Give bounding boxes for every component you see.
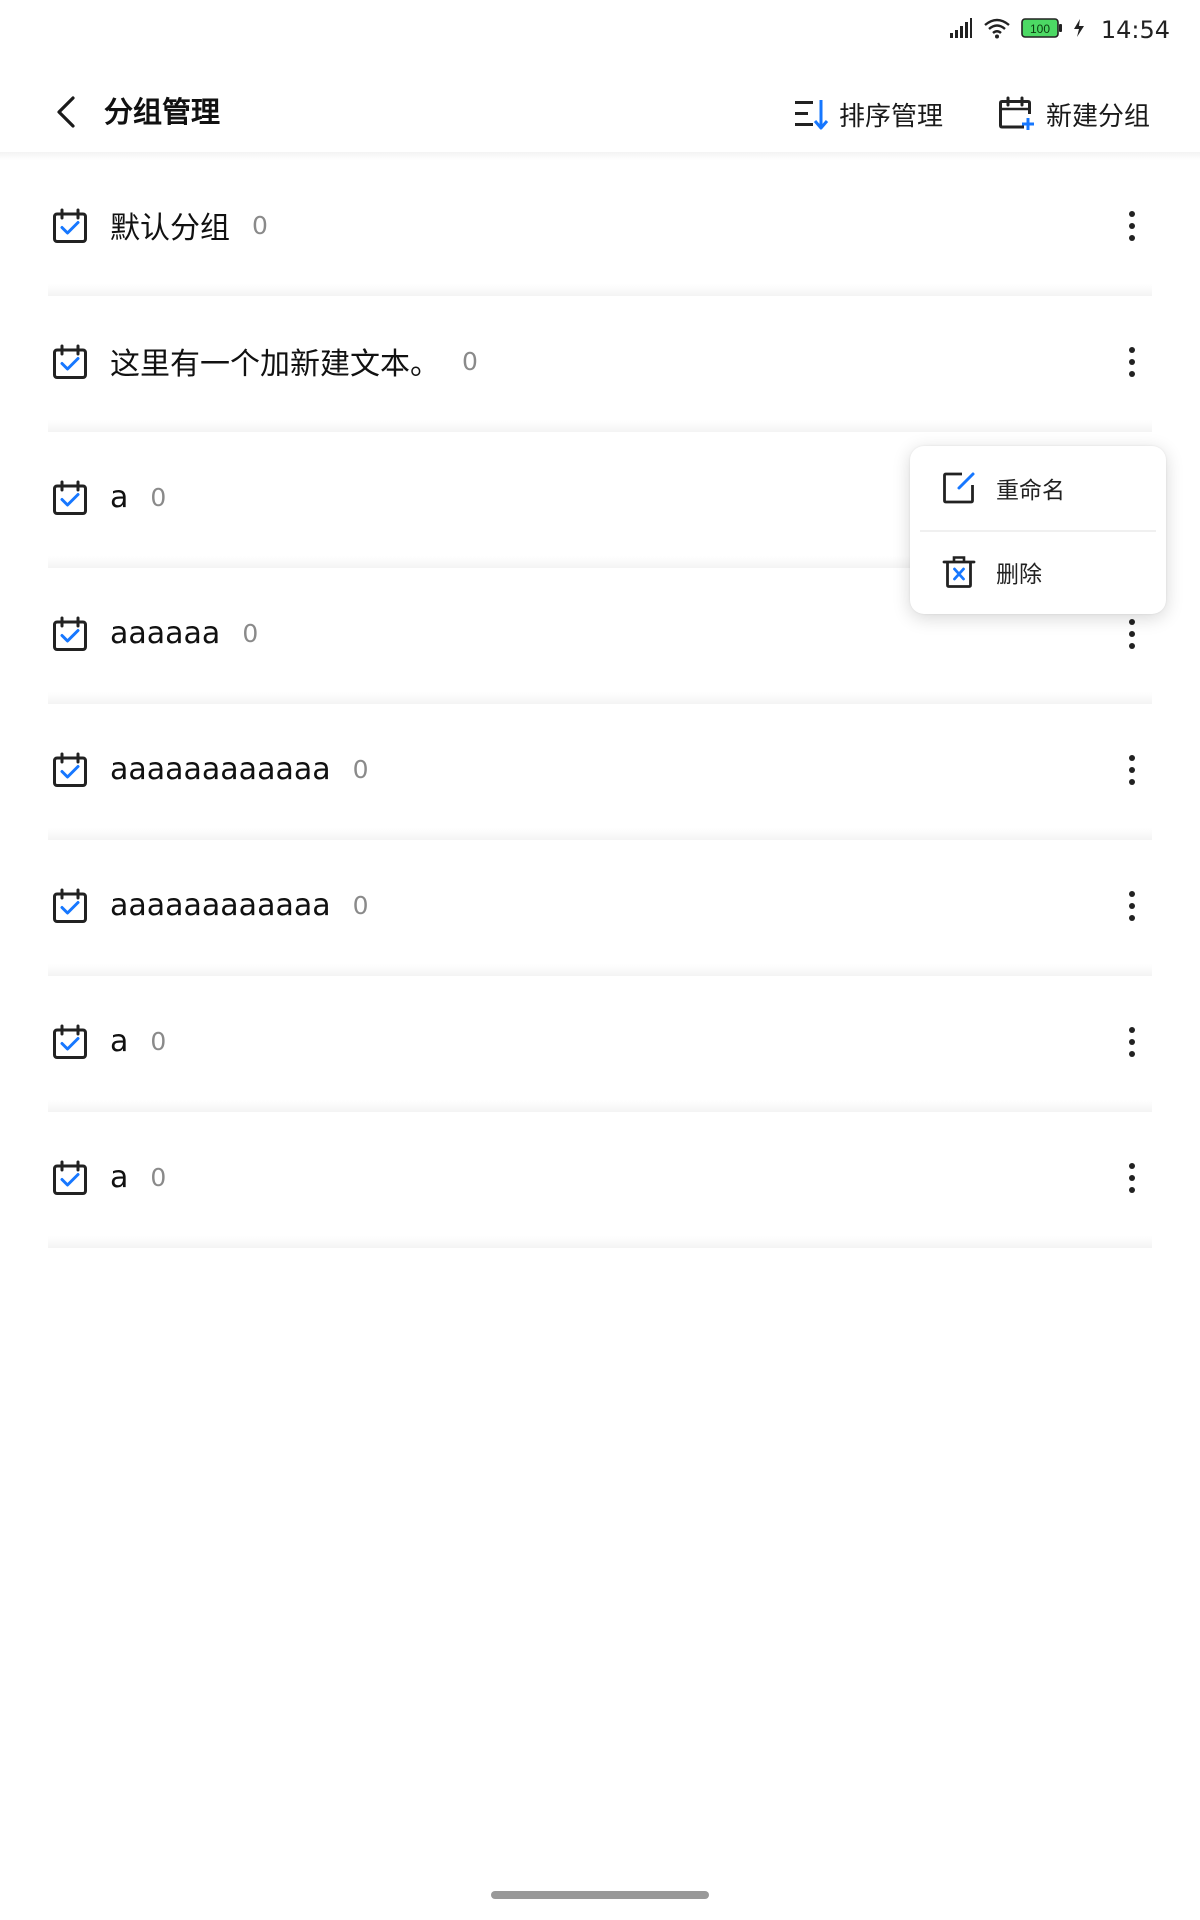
more-options-button[interactable] — [1110, 340, 1154, 384]
group-name: 这里有一个加新建文本。 — [110, 347, 440, 382]
more-options-button[interactable] — [1110, 748, 1154, 792]
group-row[interactable]: aaaaaaaaaaaa 0 — [0, 840, 1200, 976]
calendar-check-icon — [53, 208, 87, 243]
battery-icon: 100 — [1021, 17, 1063, 43]
row-divider — [48, 420, 1152, 432]
group-count: 0 — [150, 1026, 167, 1056]
group-count: 0 — [242, 618, 259, 648]
rename-label: 重命名 — [996, 478, 1065, 504]
status-icons: 100 14:54 — [949, 14, 1170, 46]
group-count: 0 — [352, 754, 369, 784]
back-arrow-icon — [57, 96, 75, 128]
row-divider — [48, 1100, 1152, 1112]
group-count: 0 — [150, 482, 167, 512]
group-row[interactable]: a 0 — [0, 976, 1200, 1112]
calendar-check-icon — [53, 480, 87, 515]
group-name: a — [110, 479, 129, 515]
more-options-button[interactable] — [1110, 612, 1154, 656]
home-indicator[interactable] — [491, 1891, 709, 1899]
sort-manage-label: 排序管理 — [839, 101, 944, 132]
calendar-add-icon — [999, 96, 1034, 130]
group-row[interactable]: aaaaaaaaaaaa 0 — [0, 704, 1200, 840]
sort-manage-button[interactable]: 排序管理 — [793, 92, 943, 136]
delete-menu-item[interactable]: 删除 — [910, 530, 1166, 614]
more-vertical-icon — [1129, 1027, 1135, 1057]
group-row[interactable]: a 0 — [0, 1112, 1200, 1248]
more-vertical-icon — [1129, 211, 1135, 241]
row-divider — [48, 828, 1152, 840]
calendar-check-icon — [53, 888, 87, 923]
more-vertical-icon — [1129, 347, 1135, 377]
charging-icon — [1073, 18, 1085, 42]
row-divider — [48, 1236, 1152, 1248]
calendar-check-icon — [53, 616, 87, 651]
context-menu: 重命名 删除 — [910, 446, 1166, 614]
group-name: a — [110, 1159, 129, 1195]
group-list: 默认分组 0 这里有一个加新建文本。 0 a 0 aaaaaa 0 aaaaaa… — [0, 160, 1200, 1248]
more-options-button[interactable] — [1110, 884, 1154, 928]
group-count: 0 — [150, 1162, 167, 1192]
delete-label: 删除 — [996, 562, 1042, 588]
back-button[interactable] — [46, 92, 86, 132]
status-time: 14:54 — [1100, 16, 1170, 44]
group-count: 0 — [352, 890, 369, 920]
more-vertical-icon — [1129, 1163, 1135, 1193]
group-row[interactable]: 这里有一个加新建文本。 0 — [0, 296, 1200, 432]
group-count: 0 — [252, 210, 268, 240]
wifi-icon — [983, 17, 1011, 43]
row-divider — [48, 284, 1152, 296]
sort-icon — [795, 100, 829, 130]
group-name: 默认分组 — [110, 211, 230, 246]
group-name: aaaaaaaaaaaa — [110, 887, 331, 923]
calendar-check-icon — [53, 344, 87, 379]
more-vertical-icon — [1129, 619, 1135, 649]
group-name: aaaaaa — [110, 615, 221, 651]
trash-icon — [942, 556, 976, 588]
group-name: a — [110, 1023, 129, 1059]
header: 分组管理 排序管理 新建分组 — [0, 64, 1200, 160]
battery-level: 100 — [1030, 22, 1050, 36]
more-vertical-icon — [1129, 755, 1135, 785]
group-row[interactable]: 默认分组 0 — [0, 160, 1200, 296]
rename-menu-item[interactable]: 重命名 — [910, 446, 1166, 530]
row-divider — [48, 692, 1152, 704]
group-count: 0 — [462, 346, 478, 376]
calendar-check-icon — [53, 752, 87, 787]
group-name: aaaaaaaaaaaa — [110, 751, 331, 787]
header-divider — [0, 152, 1200, 160]
calendar-check-icon — [53, 1160, 87, 1195]
more-options-button[interactable] — [1110, 204, 1154, 248]
more-vertical-icon — [1129, 891, 1135, 921]
status-bar: 100 14:54 — [0, 0, 1200, 60]
calendar-check-icon — [53, 1024, 87, 1059]
page-title: 分组管理 — [104, 95, 221, 129]
new-group-button[interactable]: 新建分组 — [998, 92, 1150, 136]
more-options-button[interactable] — [1110, 1156, 1154, 1200]
edit-icon — [943, 472, 975, 504]
more-options-button[interactable] — [1110, 1020, 1154, 1064]
row-divider — [48, 964, 1152, 976]
new-group-label: 新建分组 — [1046, 101, 1151, 132]
signal-icon — [949, 17, 973, 43]
